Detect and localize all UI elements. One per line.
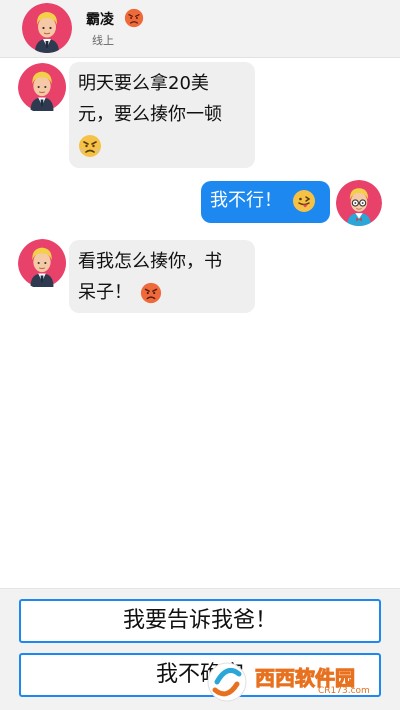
angry-face-icon (124, 8, 144, 28)
message-line: 我不行！ (210, 190, 282, 211)
chat-screen: 霸凌 线上 明天要么拿20美 元，要么揍你一顿 我不行！ 看我怎么揍你，书 呆子… (0, 0, 400, 710)
contact-status: 线上 (92, 34, 114, 47)
user-avatar[interactable] (336, 180, 382, 226)
contact-name: 霸凌 (86, 12, 114, 28)
site-watermark: 西西软件园 CR173.com (205, 660, 387, 704)
message-bubble-incoming[interactable]: 看我怎么揍你，书 呆子！ (69, 240, 255, 313)
chat-header: 霸凌 线上 (0, 0, 400, 58)
message-line: 看我怎么揍你，书 (78, 251, 222, 272)
contact-avatar[interactable] (18, 63, 68, 113)
watermark-logo-icon (207, 662, 247, 702)
message-bubble-outgoing[interactable]: 我不行！ (201, 181, 330, 223)
message-line: 元，要么揍你一顿 (78, 104, 222, 125)
contact-avatar[interactable] (18, 239, 68, 289)
reply-option-button[interactable]: 我要告诉我爸！ (19, 599, 381, 643)
message-bubble-incoming[interactable]: 明天要么拿20美 元，要么揍你一顿 (69, 62, 255, 168)
angry-face-icon (140, 282, 162, 304)
tongue-out-face-icon (292, 189, 316, 213)
steaming-angry-face-icon (78, 134, 102, 158)
message-line: 明天要么拿20美 (78, 73, 209, 94)
message-line: 呆子！ (78, 282, 132, 303)
watermark-subtext: CR173.com (318, 686, 370, 696)
contact-avatar[interactable] (22, 3, 72, 53)
